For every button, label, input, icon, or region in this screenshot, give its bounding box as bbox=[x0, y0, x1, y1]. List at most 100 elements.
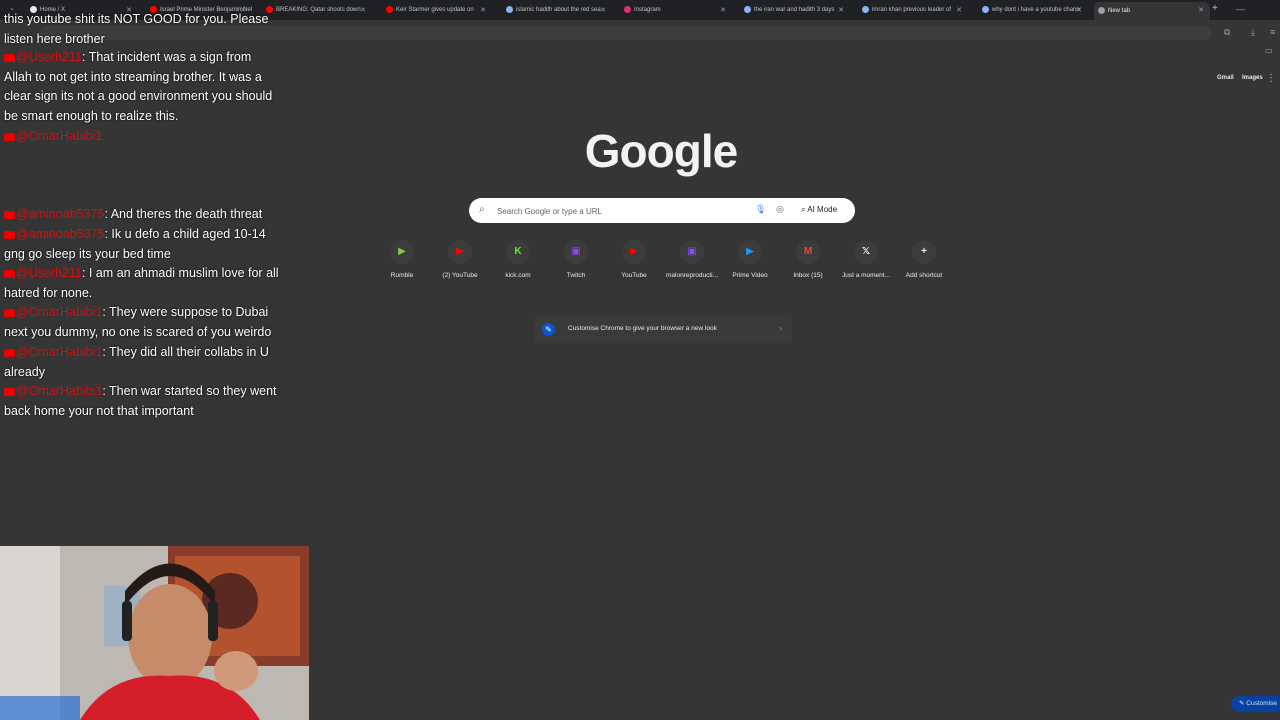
youtube-icon bbox=[4, 230, 15, 239]
prime-video-icon: ▶ bbox=[746, 246, 754, 257]
search-box[interactable]: ⌕ 🎙 ◎ ⌕ AI Mode bbox=[469, 198, 855, 223]
chat-username: @OmarHabibi1 bbox=[16, 129, 103, 143]
shortcut-tile: M bbox=[796, 240, 820, 264]
shortcut-5[interactable]: ▣ malonreproducti... bbox=[664, 240, 720, 279]
shortcut-tile: ▣ bbox=[680, 240, 704, 264]
shortcut-tile: + bbox=[912, 240, 936, 264]
tab-3[interactable]: Keir Starmer gives update on ✕ bbox=[382, 3, 492, 18]
tab-close-icon[interactable]: ✕ bbox=[1076, 3, 1082, 18]
customise-chrome-text: Customise Chrome to give your browser a … bbox=[568, 325, 717, 332]
youtube-icon: ▶ bbox=[456, 246, 464, 257]
tab-title: why dont i have a youtube chann bbox=[992, 7, 1080, 13]
all-bookmarks-icon[interactable]: ▭ bbox=[1265, 46, 1273, 55]
lens-icon[interactable]: ◎ bbox=[776, 204, 784, 215]
tab-title: islamic hadith about the red sea bbox=[516, 7, 601, 13]
shortcut-label: Rumble bbox=[390, 272, 414, 279]
minimize-icon[interactable]: — bbox=[1236, 4, 1245, 14]
search-input[interactable] bbox=[495, 204, 719, 218]
tab-9[interactable]: New tab ✕ bbox=[1094, 2, 1210, 20]
tab-title: the iran war and hadith 3 days bbox=[754, 7, 835, 13]
tab-close-icon[interactable]: ✕ bbox=[1198, 2, 1204, 20]
chat-message: @aminoab5375: And theres the death threa… bbox=[4, 205, 280, 225]
webcam-image bbox=[0, 546, 309, 720]
youtube-icon bbox=[4, 269, 15, 278]
youtube-icon bbox=[4, 348, 15, 357]
tab-favicon-icon bbox=[744, 5, 751, 13]
tab-4[interactable]: islamic hadith about the red sea ✕ bbox=[502, 3, 612, 18]
chat-text: : And theres the death threat bbox=[104, 207, 263, 221]
chat-message: @OmarHabibi1: Then war started so they w… bbox=[4, 382, 280, 421]
shortcut-tile: ▣ bbox=[564, 240, 588, 264]
tab-close-icon[interactable]: ✕ bbox=[600, 3, 606, 18]
tab-favicon-icon bbox=[506, 5, 513, 13]
chat-message: this youtube shit its NOT GOOD for you. … bbox=[4, 10, 280, 49]
ai-mode-button[interactable]: ⌕ AI Mode bbox=[796, 203, 842, 217]
tab-7[interactable]: imran khan previous leader of ✕ bbox=[858, 3, 968, 18]
customise-chrome-banner[interactable]: ✎ Customise Chrome to give your browser … bbox=[534, 316, 792, 343]
stream-chat-overlay: this youtube shit its NOT GOOD for you. … bbox=[0, 10, 284, 430]
chat-username: @OmarHabibi1 bbox=[16, 345, 103, 359]
chat-message: @Userh211: I am an ahmadi muslim love fo… bbox=[4, 264, 280, 303]
chat-message: @Userh211: That incident was a sign from… bbox=[4, 48, 280, 127]
shortcut-0[interactable]: ▶ Rumble bbox=[374, 240, 430, 279]
customise-chrome-label: Customise bbox=[1246, 700, 1277, 707]
tab-5[interactable]: Instagram ✕ bbox=[620, 3, 732, 18]
chat-text: this youtube shit its NOT GOOD for you. … bbox=[4, 12, 269, 46]
tab-title: New tab bbox=[1108, 8, 1131, 14]
chat-message: @OmarHabibi1: They did all their collabs… bbox=[4, 343, 280, 382]
rumble-icon: ▶ bbox=[398, 246, 406, 257]
gmail-link[interactable]: Gmail bbox=[1217, 75, 1234, 81]
shortcut-tile: ▶ bbox=[738, 240, 762, 264]
tab-title: Instagram bbox=[634, 7, 661, 13]
shortcut-2[interactable]: Kkick.com bbox=[490, 240, 546, 279]
extensions-icon[interactable]: ⧉ bbox=[1224, 27, 1230, 38]
tab-close-icon[interactable]: ✕ bbox=[480, 3, 486, 18]
shortcut-tile: K bbox=[506, 240, 530, 264]
google-logo: Google bbox=[584, 125, 738, 177]
chat-message: @aminoab5375: Ik u defo a child aged 10-… bbox=[4, 225, 280, 264]
shortcut-8[interactable]: 𝕏 Just a moment... bbox=[838, 240, 894, 279]
tab-close-icon[interactable]: ✕ bbox=[360, 3, 366, 18]
shortcut-label: Prime Video bbox=[732, 272, 768, 279]
kick-icon: K bbox=[514, 246, 522, 257]
tab-close-icon[interactable]: ✕ bbox=[720, 3, 726, 18]
shortcut-3[interactable]: ▣ Twitch bbox=[548, 240, 604, 279]
shortcut-label: malonreproducti... bbox=[665, 272, 719, 279]
chat-username: @aminoab5375 bbox=[16, 227, 105, 241]
youtube-icon bbox=[4, 210, 15, 219]
download-icon[interactable]: ⤓ bbox=[1251, 27, 1255, 38]
tab-close-icon[interactable]: ✕ bbox=[956, 3, 962, 18]
chat-message: @OmarHabibi1 bbox=[4, 127, 280, 147]
tab-favicon-icon bbox=[1098, 6, 1105, 14]
tab-favicon-icon bbox=[624, 5, 631, 13]
chat-username: @Userh211 bbox=[16, 50, 82, 64]
menu-icon[interactable]: ≡ bbox=[1270, 27, 1275, 37]
tab-favicon-icon bbox=[982, 5, 989, 13]
tab-title: imran khan previous leader of bbox=[872, 7, 952, 13]
tab-title: Keir Starmer gives update on bbox=[396, 7, 474, 13]
new-tab-icon[interactable]: + bbox=[1212, 3, 1218, 14]
shortcut-7[interactable]: M Inbox (15) bbox=[780, 240, 836, 279]
shortcut-tile: ▶ bbox=[390, 240, 414, 264]
twitch-icon: ▣ bbox=[571, 246, 581, 257]
shortcuts-grid: ▶ Rumble ▶ (2) YouTube Kkick.com ▣ Twitch ▶ YouT… bbox=[374, 240, 954, 290]
tab-6[interactable]: the iran war and hadith 3 days ✕ bbox=[740, 3, 850, 18]
tab-8[interactable]: why dont i have a youtube chann ✕ bbox=[978, 3, 1088, 18]
shortcut-1[interactable]: ▶ (2) YouTube bbox=[432, 240, 488, 279]
shortcut-tile: 𝕏 bbox=[854, 240, 878, 264]
tab-favicon-icon bbox=[862, 5, 869, 13]
shortcut-9[interactable]: + Add shortcut bbox=[896, 240, 952, 279]
ai-mode-label: AI Mode bbox=[807, 205, 838, 214]
x-icon: 𝕏 bbox=[861, 246, 871, 257]
chat-message: @OmarHabibi1: They were suppose to Dubai… bbox=[4, 303, 280, 342]
google-apps-icon[interactable]: ⋮⋮ bbox=[1266, 73, 1280, 84]
tab-close-icon[interactable]: ✕ bbox=[838, 3, 844, 18]
images-link[interactable]: Images bbox=[1242, 75, 1263, 81]
shortcut-4[interactable]: ▶ YouTube bbox=[606, 240, 662, 279]
add-icon: + bbox=[921, 246, 927, 257]
customise-chrome-button[interactable]: ✎ Customise bbox=[1231, 696, 1280, 712]
youtube-icon bbox=[4, 308, 15, 317]
microphone-icon[interactable]: 🎙 bbox=[755, 204, 766, 215]
shortcut-6[interactable]: ▶ Prime Video bbox=[722, 240, 778, 279]
shortcut-label: Add shortcut bbox=[905, 272, 943, 279]
